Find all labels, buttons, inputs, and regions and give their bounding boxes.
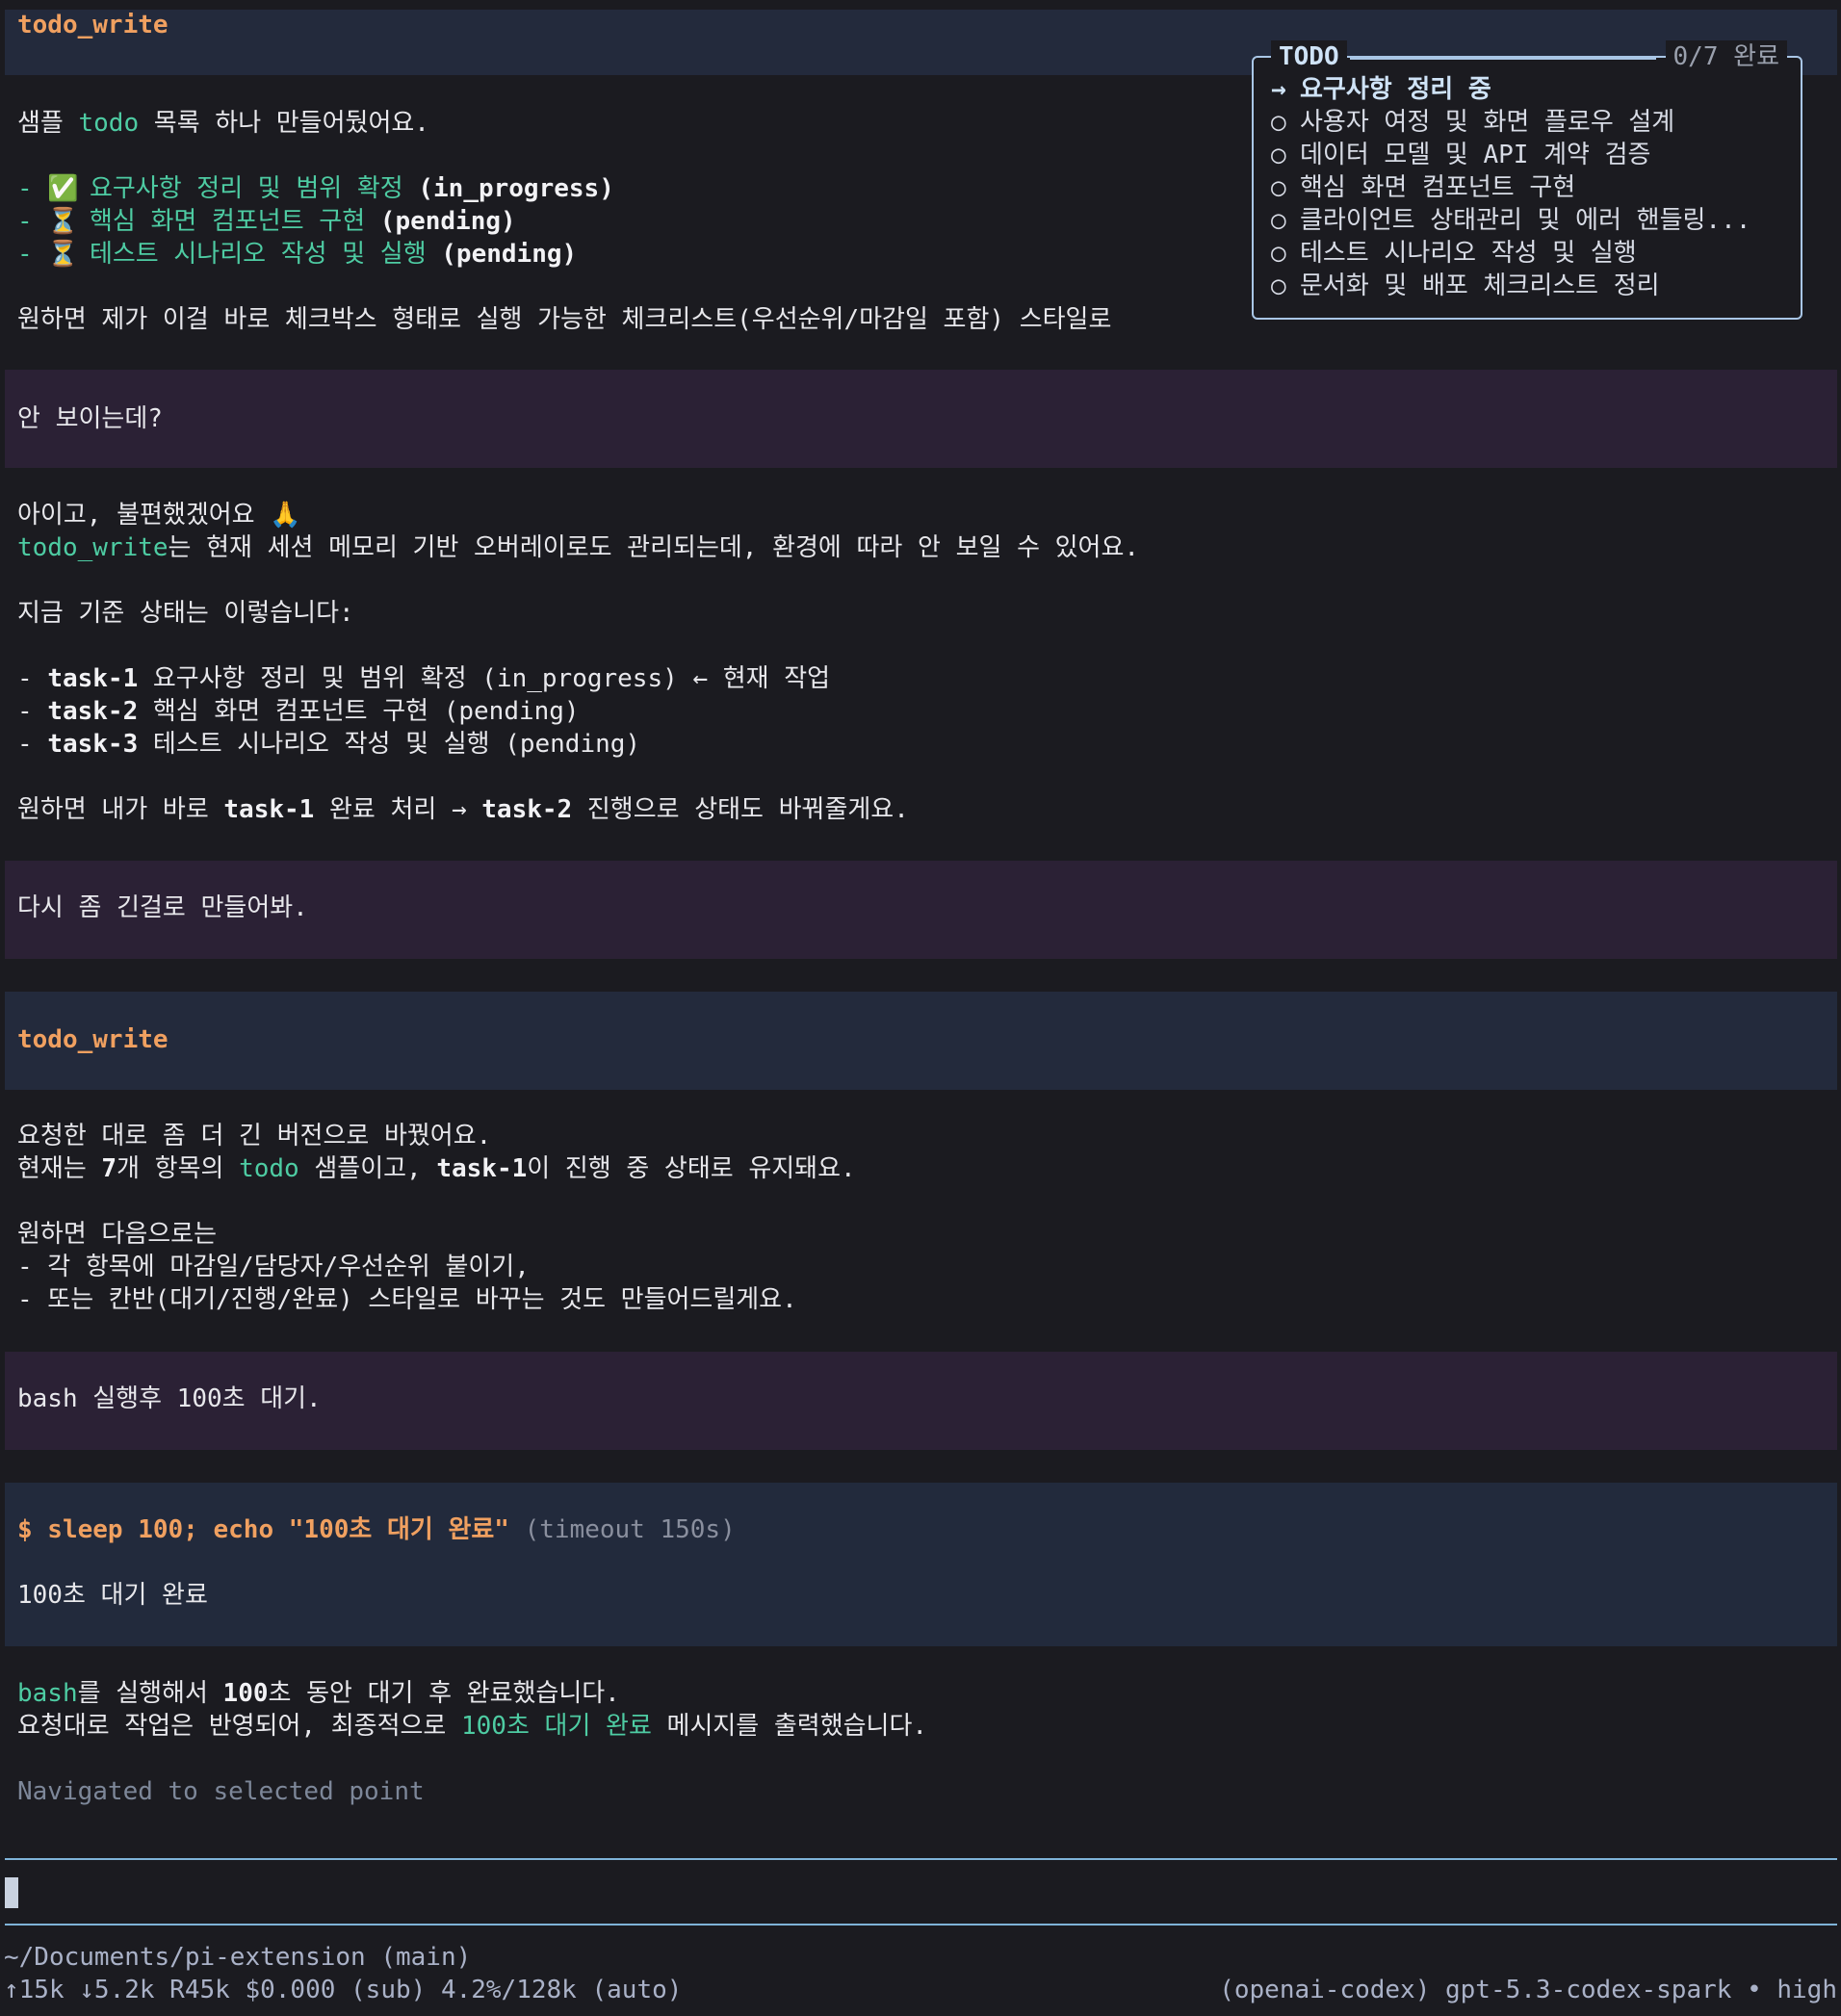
check-icon: ✅ [47,174,79,203]
assistant-message-line: 요청한 대로 좀 더 긴 버전으로 바꿨어요. [17,1122,492,1150]
assistant-message-line: 원하면 내가 바로 task-1 완료 처리 → task-2 진행으로 상태도… [17,795,909,824]
assistant-message-line: 원하면 다음으로는 [17,1220,218,1249]
assistant-message-line: 원하면 제가 이걸 바로 체크박스 형태로 실행 가능한 체크리스트(우선순위/… [17,305,1112,334]
task-list-item: - task-1 요구사항 정리 및 범위 확정 (in_progress) ←… [17,664,831,693]
assistant-message-line: - 또는 칸반(대기/진행/완료) 스타일로 바꾸는 것도 만들어드릴게요. [17,1285,797,1314]
user-message: 다시 좀 긴걸로 만들어봐. [17,893,308,922]
todo-title-rule [1350,58,1656,60]
todo-title: TODO [1271,40,1347,73]
footer-stats: ↑15k ↓5.2k R45k $0.000 (sub) 4.2%/128k (… [4,1976,683,2004]
todo-list-item: - ⏳ 핵심 화면 컴포넌트 구현 (pending) [17,207,516,236]
todo-item: ○ 문서화 및 배포 체크리스트 정리 [1271,271,1660,300]
prompt-input[interactable] [5,1862,1837,1922]
input-top-border [5,1858,1837,1860]
task-list-item: - task-2 핵심 화면 컴포넌트 구현 (pending) [17,697,580,726]
user-message-band [5,370,1837,468]
todo-item: → 요구사항 정리 중 [1271,75,1491,104]
bash-command: $ sleep 100; echo "100초 대기 완료" (timeout … [17,1515,736,1544]
assistant-message-line: 샘플 todo 목록 하나 만들어뒀어요. [17,109,429,138]
bash-output-band [5,1483,1837,1646]
assistant-message-line: 아이고, 불편했겠어요 🙏 [17,501,301,530]
tool-header-band [5,992,1837,1090]
navigation-status: Navigated to selected point [17,1777,425,1806]
assistant-message-line: todo_write는 현재 세션 메모리 기반 오버레이로도 관리되는데, 환… [17,533,1140,562]
todo-item: ○ 테스트 시나리오 작성 및 실행 [1271,239,1637,268]
bash-output: 100초 대기 완료 [17,1581,208,1610]
assistant-message-line: 요청대로 작업은 반영되어, 최종적으로 100초 대기 완료 메시지를 출력했… [17,1712,928,1741]
user-message: bash 실행후 100초 대기. [17,1384,322,1413]
circle-icon: ○ [1271,173,1286,202]
task-list-item: - task-3 테스트 시나리오 작성 및 실행 (pending) [17,730,641,759]
assistant-message-line: 지금 기준 상태는 이렇습니다: [17,599,354,628]
todo-item: ○ 클라이언트 상태관리 및 에러 핸들링... [1271,206,1751,235]
todo-item: ○ 데이터 모델 및 API 계약 검증 [1271,141,1651,169]
footer-model: (openai-codex) gpt-5.3-codex-spark • hig… [1219,1976,1837,2004]
circle-icon: ○ [1271,206,1286,235]
input-bottom-border [5,1924,1837,1926]
circle-icon: ○ [1271,239,1286,268]
todo-item: ○ 핵심 화면 컴포넌트 구현 [1271,173,1576,202]
todo-list-item: - ✅ 요구사항 정리 및 범위 확정 (in_progress) [17,174,614,203]
circle-icon: ○ [1271,141,1286,169]
todo-list-item: - ⏳ 테스트 시나리오 작성 및 실행 (pending) [17,240,578,269]
user-message: 안 보이는데? [17,404,163,433]
praying-hands-icon: 🙏 [270,501,301,530]
todo-item: ○ 사용자 여정 및 화면 플로우 설계 [1271,108,1675,137]
tool-name-label: todo_write [17,1025,169,1054]
arrow-right-icon: → [1271,75,1286,104]
assistant-message-line: - 각 항목에 마감일/담당자/우선순위 붙이기, [17,1253,530,1281]
todo-progress-count: 0/7 완료 [1665,40,1787,73]
hourglass-icon: ⏳ [47,207,79,236]
circle-icon: ○ [1271,271,1286,300]
circle-icon: ○ [1271,108,1286,137]
assistant-message-line: 현재는 7개 항목의 todo 샘플이고, task-1이 진행 중 상태로 유… [17,1154,856,1183]
hourglass-icon: ⏳ [47,240,79,269]
todo-overlay: TODO 0/7 완료 → 요구사항 정리 중 ○ 사용자 여정 및 화면 플로우 … [1252,40,1802,320]
footer-path: ~/Documents/pi-extension (main) [4,1943,472,1972]
tool-name-label: todo_write [17,11,169,39]
text-cursor [5,1877,18,1908]
assistant-message-line: bash를 실행해서 100초 동안 대기 후 완료했습니다. [17,1679,620,1708]
